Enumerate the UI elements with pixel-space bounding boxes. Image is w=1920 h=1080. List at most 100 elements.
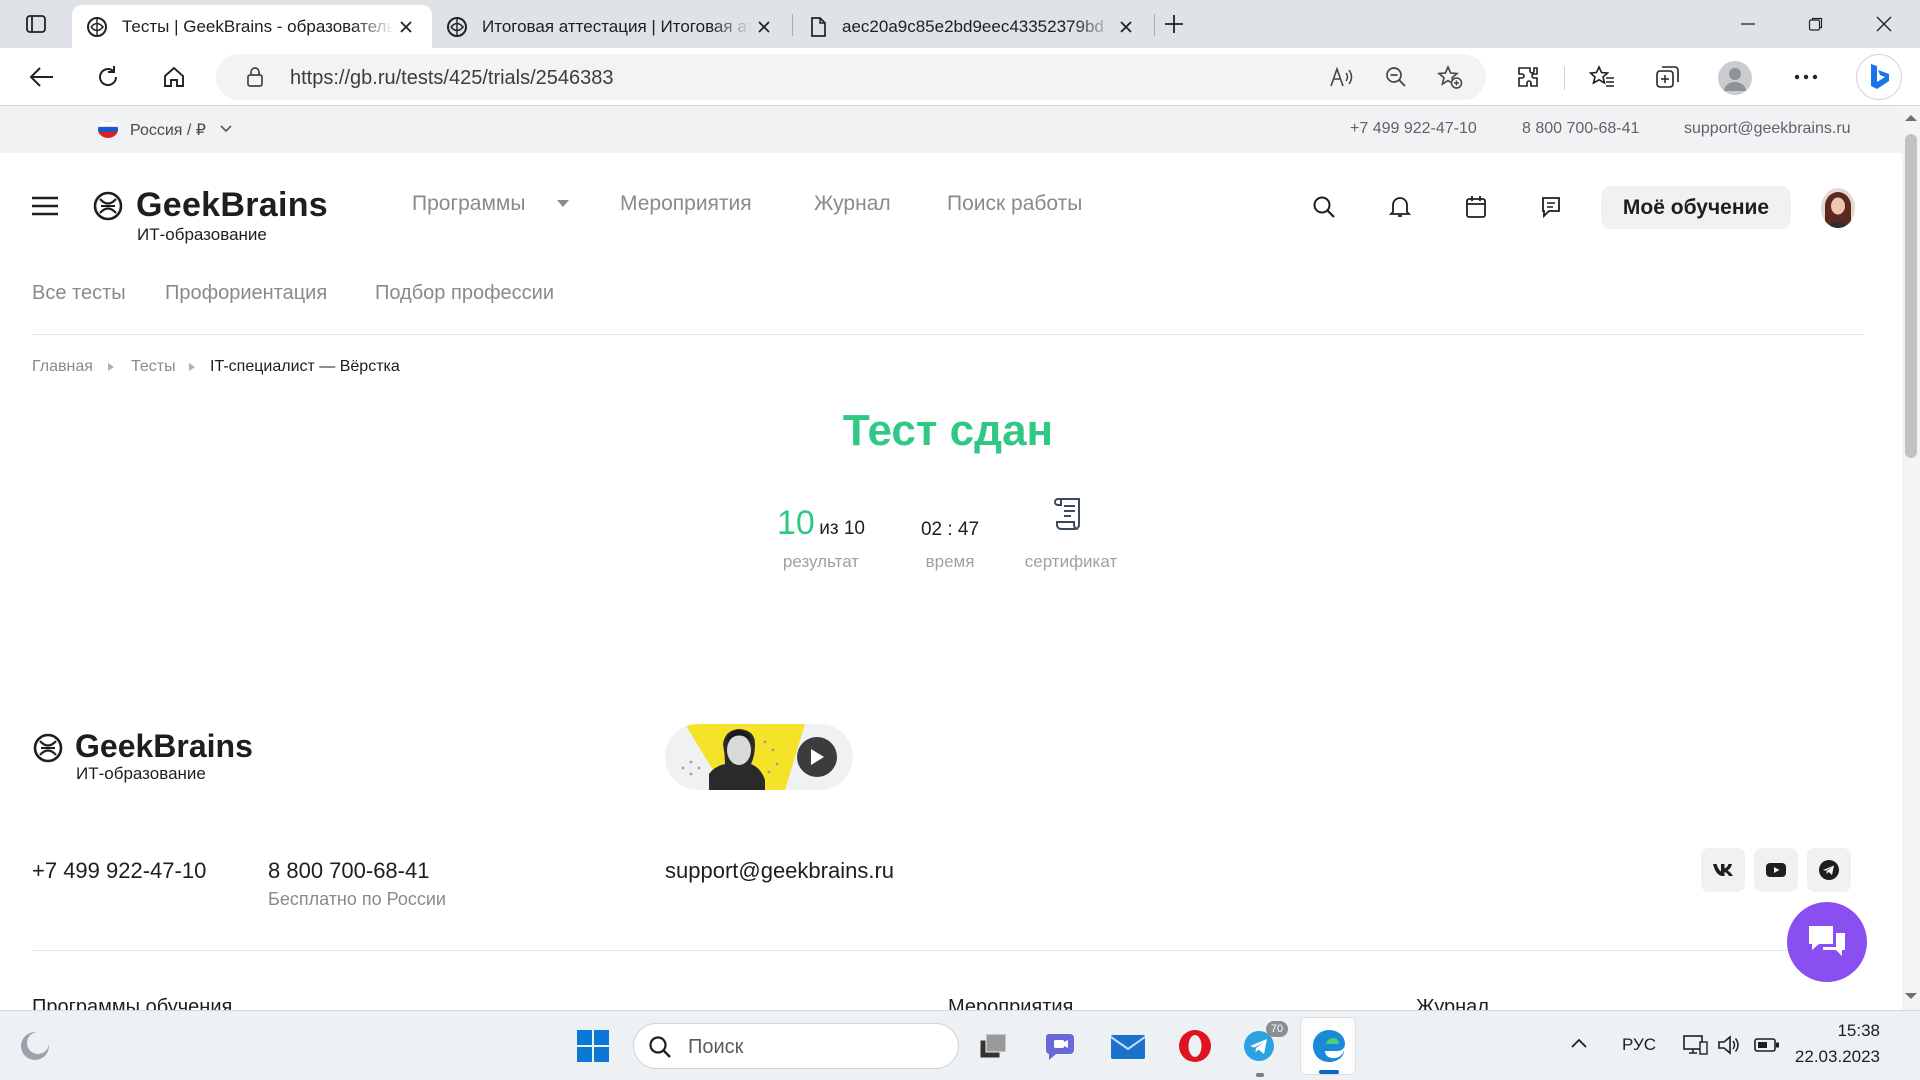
search-icon[interactable] xyxy=(1312,195,1336,219)
battery-icon[interactable] xyxy=(1754,1037,1780,1053)
tab-separator xyxy=(792,14,793,36)
footer-col-programs[interactable]: Программы обучения xyxy=(32,996,232,1010)
caret-down-icon[interactable] xyxy=(557,200,569,208)
bell-icon[interactable] xyxy=(1389,195,1411,219)
start-icon[interactable] xyxy=(570,1023,616,1069)
close-tab-icon[interactable] xyxy=(752,15,776,39)
show-hidden-icons-icon[interactable] xyxy=(1570,1037,1588,1049)
collections-icon[interactable] xyxy=(1648,57,1688,97)
zoom-out-icon[interactable] xyxy=(1376,57,1416,97)
chat-icon[interactable] xyxy=(1540,195,1562,219)
close-tab-icon[interactable] xyxy=(394,15,418,39)
close-window-icon[interactable] xyxy=(1864,4,1904,44)
bing-copilot-icon[interactable] xyxy=(1856,54,1902,100)
scrollbar-thumb[interactable] xyxy=(1905,134,1917,458)
certificate-icon[interactable] xyxy=(1052,496,1088,532)
score-label: результат xyxy=(782,552,860,571)
network-icon[interactable] xyxy=(1682,1033,1708,1057)
add-favorite-icon[interactable] xyxy=(1430,57,1470,97)
geekbrains-favicon-icon xyxy=(446,16,468,38)
time-value: 02 : 47 xyxy=(920,519,980,540)
reload-icon[interactable] xyxy=(88,57,128,97)
clock-date[interactable]: 22.03.2023 xyxy=(1780,1047,1880,1067)
support-chat-button[interactable] xyxy=(1787,902,1867,982)
user-avatar[interactable] xyxy=(1821,188,1855,228)
tab-file[interactable]: aec20a9c85e2bd9eec43352379bd xyxy=(794,5,1152,48)
score-total: из 10 xyxy=(819,518,866,539)
favorites-icon[interactable] xyxy=(1582,57,1622,97)
video-promo[interactable] xyxy=(665,724,853,790)
top-email[interactable]: support@geekbrains.ru xyxy=(1684,120,1851,138)
input-language[interactable]: РУС xyxy=(1622,1035,1656,1055)
mail-icon[interactable] xyxy=(1105,1023,1151,1069)
new-tab-icon[interactable] xyxy=(1154,4,1194,44)
subnav-career-guidance[interactable]: Профориентация xyxy=(165,282,327,305)
weather-widget-icon[interactable] xyxy=(12,1023,58,1069)
play-icon[interactable] xyxy=(797,737,837,777)
more-menu-icon[interactable] xyxy=(1786,57,1826,97)
breadcrumb-tests[interactable]: Тесты xyxy=(131,358,176,376)
nav-job-search[interactable]: Поиск работы xyxy=(947,192,1082,216)
nav-journal[interactable]: Журнал xyxy=(814,192,891,216)
footer-phone-1[interactable]: +7 499 922-47-10 xyxy=(32,858,206,884)
certificate-label[interactable]: сертификат xyxy=(1010,552,1132,572)
footer-col-journal[interactable]: Журнал xyxy=(1416,996,1489,1010)
profile-avatar-icon[interactable] xyxy=(1718,61,1752,95)
footer-email[interactable]: support@geekbrains.ru xyxy=(665,858,894,884)
tab-actions-icon[interactable] xyxy=(16,4,56,44)
lock-icon[interactable] xyxy=(246,67,264,87)
nav-programs[interactable]: Программы xyxy=(412,192,525,216)
breadcrumb-chevron-icon xyxy=(108,363,114,371)
footer-col-events[interactable]: Мероприятия xyxy=(948,996,1073,1010)
scroll-up-icon[interactable] xyxy=(1904,114,1918,122)
subnav-all-tests[interactable]: Все тесты xyxy=(32,282,126,305)
opera-icon[interactable] xyxy=(1172,1023,1218,1069)
toolbar-divider xyxy=(1564,66,1565,90)
extensions-icon[interactable] xyxy=(1508,57,1548,97)
search-icon xyxy=(648,1035,672,1059)
clock-time[interactable]: 15:38 xyxy=(1800,1021,1880,1041)
youtube-icon[interactable] xyxy=(1754,848,1798,892)
teams-chat-icon[interactable] xyxy=(1038,1023,1084,1069)
scroll-down-icon[interactable] xyxy=(1904,992,1918,1000)
breadcrumb-home[interactable]: Главная xyxy=(32,358,93,376)
task-view-icon[interactable] xyxy=(970,1023,1016,1069)
footer-phone-2[interactable]: 8 800 700-68-41 xyxy=(268,858,429,884)
restore-icon[interactable] xyxy=(1796,4,1836,44)
edge-taskbar-button[interactable] xyxy=(1300,1017,1356,1075)
back-icon[interactable] xyxy=(22,57,62,97)
minimize-icon[interactable] xyxy=(1728,4,1768,44)
subnav-profession-selection[interactable]: Подбор профессии xyxy=(375,282,554,305)
tab-tests[interactable]: Тесты | GeekBrains - образовательный пор… xyxy=(72,5,432,48)
subnav-divider xyxy=(32,334,1864,335)
breadcrumb-chevron-icon xyxy=(189,363,195,371)
vk-icon[interactable] xyxy=(1701,848,1745,892)
top-phone-1[interactable]: +7 499 922-47-10 xyxy=(1350,120,1477,138)
logo-subtitle: ИТ-образование xyxy=(137,225,267,244)
nav-events[interactable]: Мероприятия xyxy=(620,192,752,216)
telegram-app-icon[interactable]: 70 xyxy=(1238,1021,1288,1069)
region-selector[interactable]: Россия / ₽ xyxy=(130,120,206,140)
top-info-strip: Россия / ₽ +7 499 922-47-10 8 800 700-68… xyxy=(0,106,1902,153)
url-field[interactable]: https://gb.ru/tests/425/trials/2546383 xyxy=(216,54,1486,100)
tab-strip: Тесты | GeekBrains - образовательный пор… xyxy=(0,0,1920,48)
my-learning-button[interactable]: Моё обучение xyxy=(1601,186,1791,229)
taskbar-search[interactable]: Поиск xyxy=(633,1023,959,1069)
footer-logo-name: GeekBrains xyxy=(75,728,253,764)
chevron-down-icon[interactable] xyxy=(220,125,232,133)
home-icon[interactable] xyxy=(154,57,194,97)
logo-name: GeekBrains xyxy=(136,186,328,224)
taskbar-search-placeholder: Поиск xyxy=(688,1036,744,1058)
hamburger-menu-icon[interactable] xyxy=(32,196,58,216)
read-aloud-icon[interactable] xyxy=(1322,57,1362,97)
top-phone-2[interactable]: 8 800 700-68-41 xyxy=(1522,120,1639,138)
volume-icon[interactable] xyxy=(1716,1033,1742,1057)
close-tab-icon[interactable] xyxy=(1114,15,1138,39)
telegram-icon[interactable] xyxy=(1807,848,1851,892)
tab-label: Итоговая аттестация | Итоговая аттестаци… xyxy=(482,16,752,36)
tab-final-attestation[interactable]: Итоговая аттестация | Итоговая аттестаци… xyxy=(432,5,790,48)
address-bar: https://gb.ru/tests/425/trials/2546383 xyxy=(0,48,1920,106)
calendar-icon[interactable] xyxy=(1465,195,1487,219)
taskbar: Поиск 70 РУС 15:38 22.03.2023 xyxy=(0,1010,1920,1080)
active-indicator xyxy=(1319,1070,1339,1074)
